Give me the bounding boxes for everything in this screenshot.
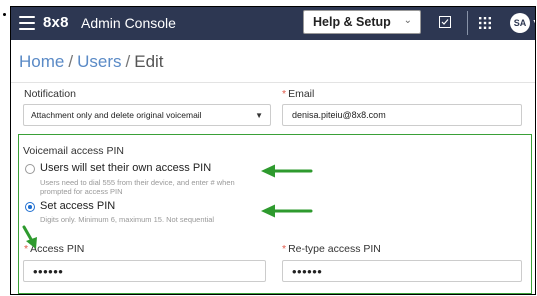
header-divider (11, 82, 535, 83)
email-field[interactable]: denisa.piteiu@8x8.com (282, 104, 522, 126)
edge-dot (3, 13, 6, 16)
breadcrumb-home-link[interactable]: Home (19, 52, 64, 71)
breadcrumb-separator: / (125, 52, 131, 71)
chevron-down-icon: ⌄ (403, 15, 412, 26)
breadcrumb: Home / Users / Edit (19, 52, 164, 72)
breadcrumb-separator: / (68, 52, 74, 71)
option-own-pin-help: Users need to dial 555 from their device… (40, 178, 235, 196)
tasks-checkbox-icon[interactable] (439, 16, 451, 28)
notification-label: Notification (24, 88, 76, 100)
email-label: * Email (282, 88, 314, 100)
retype-pin-value: •••••• (292, 264, 323, 279)
help-setup-dropdown[interactable]: Help & Setup ⌄ (303, 10, 421, 34)
notification-select[interactable]: Attachment only and delete original voic… (23, 104, 271, 126)
access-pin-value: •••••• (33, 264, 64, 279)
annotation-arrow-icon (261, 164, 313, 178)
app-grid-icon[interactable] (479, 17, 491, 29)
toolbar-divider (467, 11, 468, 35)
user-avatar[interactable]: SA (510, 13, 530, 33)
email-value: denisa.piteiu@8x8.com (292, 110, 386, 120)
top-navigation-bar: 8x8 Admin Console Help & Setup ⌄ SA ▼ (11, 7, 535, 40)
brand-logo[interactable]: 8x8 (43, 14, 69, 31)
option-set-pin-help: Digits only. Minimum 6, maximum 15. Not … (40, 215, 215, 224)
voicemail-pin-section-title: Voicemail access PIN (23, 145, 124, 157)
option-own-pin-label[interactable]: Users will set their own access PIN (40, 162, 211, 174)
retype-pin-label: * Re-type access PIN (282, 243, 381, 255)
screenshot-frame: 8x8 Admin Console Help & Setup ⌄ SA ▼ Ho… (10, 6, 536, 295)
avatar-caret-icon[interactable]: ▼ (532, 19, 535, 26)
app-title: Admin Console (81, 15, 176, 31)
help-setup-label: Help & Setup (313, 15, 391, 29)
breadcrumb-users-link[interactable]: Users (77, 52, 121, 71)
breadcrumb-current: Edit (134, 52, 164, 71)
radio-own-pin[interactable] (25, 164, 35, 174)
required-marker: * (282, 243, 287, 255)
hamburger-menu-icon[interactable] (19, 16, 35, 30)
annotation-arrow-icon (261, 204, 313, 218)
email-label-text: Email (288, 88, 315, 100)
required-marker: * (282, 88, 287, 100)
access-pin-field[interactable]: •••••• (23, 260, 266, 282)
dropdown-arrow-icon: ▼ (255, 111, 263, 120)
notification-value: Attachment only and delete original voic… (31, 110, 202, 120)
retype-pin-field[interactable]: •••••• (282, 260, 522, 282)
radio-set-pin[interactable] (25, 202, 35, 212)
annotation-arrow-icon (22, 225, 37, 249)
retype-pin-label-text: Re-type access PIN (288, 243, 381, 255)
option-set-pin-label[interactable]: Set access PIN (40, 200, 115, 212)
